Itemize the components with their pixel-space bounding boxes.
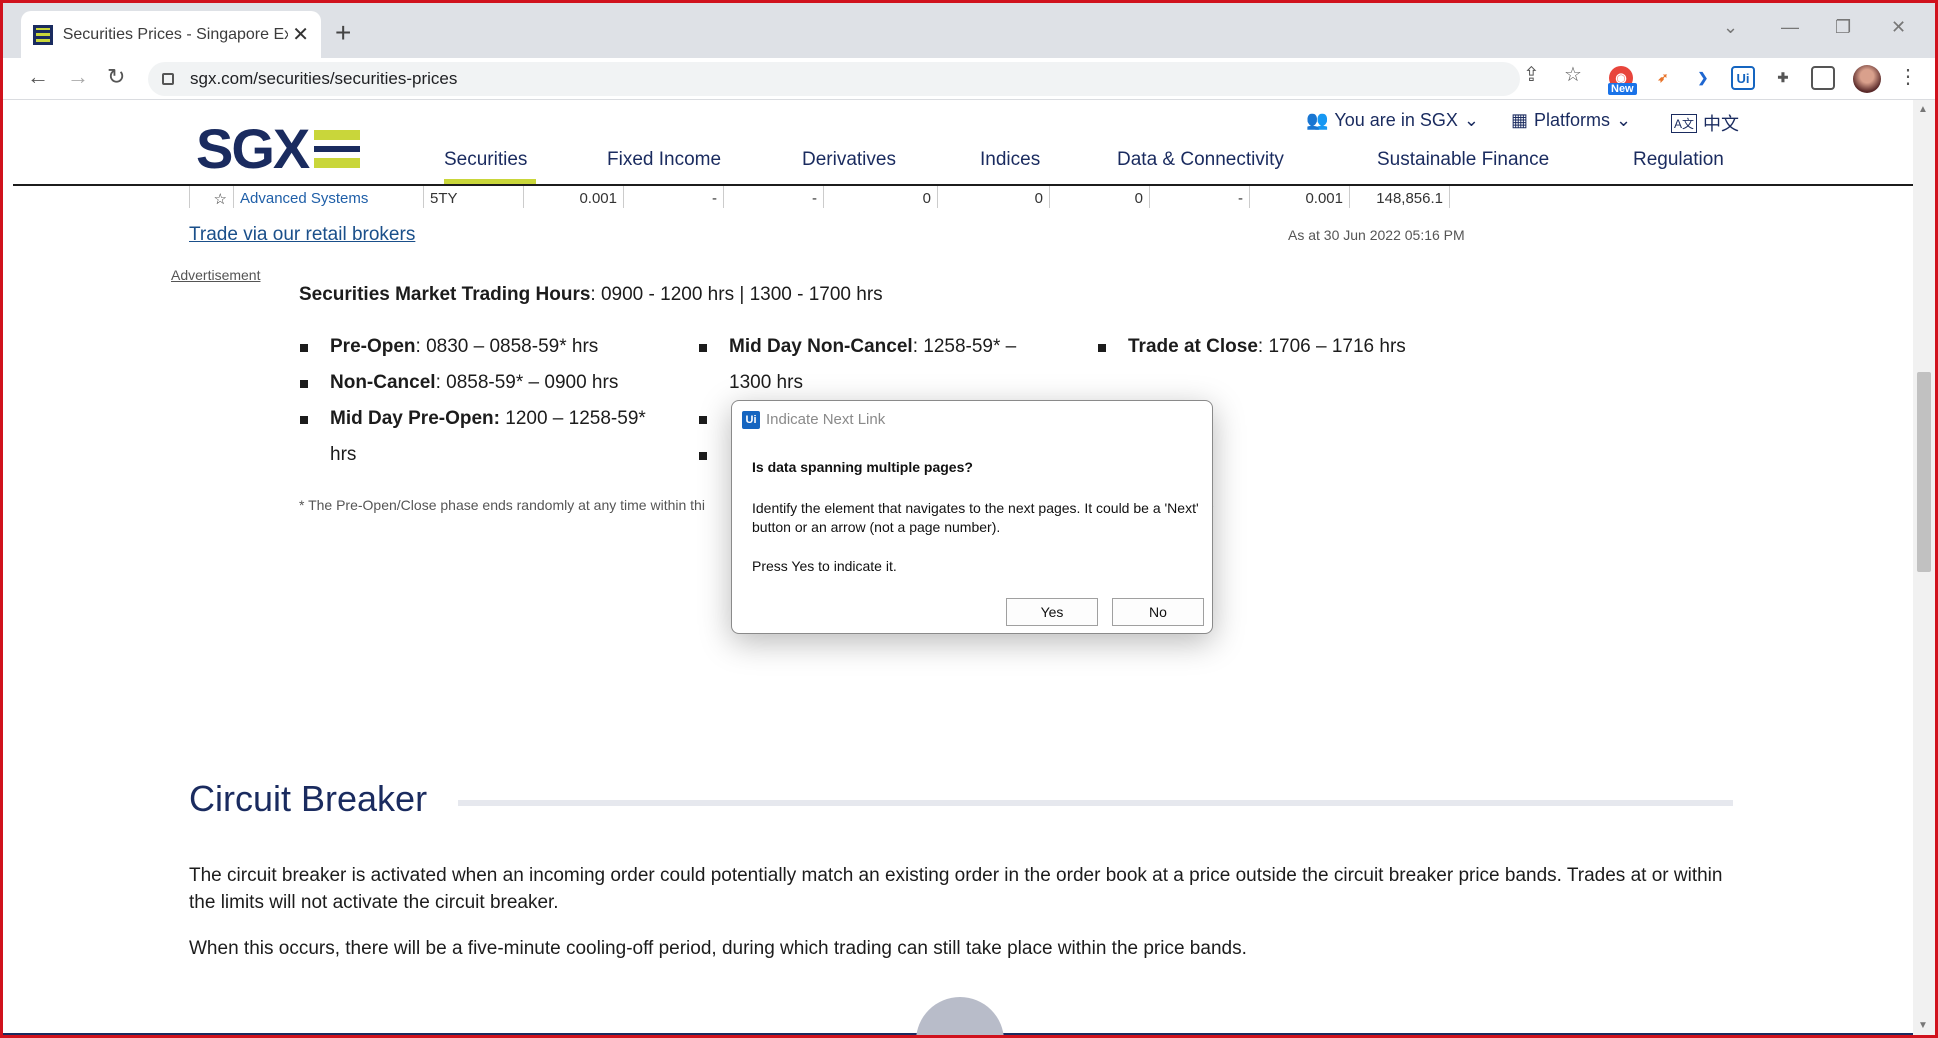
address-bar[interactable]: sgx.com/securities/securities-prices bbox=[148, 62, 1520, 96]
indicate-next-link-dialog: Ui Indicate Next Link Is data spanning m… bbox=[731, 400, 1213, 634]
dialog-body: Identify the element that navigates to t… bbox=[752, 500, 1199, 535]
advertisement-link[interactable]: Advertisement bbox=[171, 267, 260, 283]
sgx-bars-icon bbox=[314, 129, 361, 168]
grid-icon: ▦ bbox=[1511, 110, 1529, 130]
bullet-icon bbox=[699, 416, 707, 424]
scroll-thumb[interactable] bbox=[1917, 372, 1931, 572]
browser-window: Securities Prices - Singapore Exch ✕ + ⌄… bbox=[0, 0, 1938, 1038]
you-are-in-dropdown[interactable]: 👥 You are in SGX ⌄ bbox=[1306, 110, 1479, 131]
cell-value: 0 bbox=[1050, 186, 1150, 208]
nav-regulation[interactable]: Regulation bbox=[1633, 149, 1724, 171]
security-name-link[interactable]: Advanced Systems bbox=[234, 186, 424, 208]
extensions-puzzle-icon[interactable]: ✚ bbox=[1771, 66, 1795, 90]
bullet-icon bbox=[1098, 344, 1106, 352]
phase-mid-day-pre-open: Mid Day Pre-Open: 1200 – 1258-59* bbox=[330, 408, 646, 429]
close-tab-icon[interactable]: ✕ bbox=[292, 25, 309, 45]
dialog-question: Is data spanning multiple pages? bbox=[752, 459, 973, 475]
scroll-up-icon[interactable]: ▲ bbox=[1918, 104, 1928, 115]
dialog-title: Indicate Next Link bbox=[766, 411, 886, 428]
side-panel-icon[interactable] bbox=[1811, 66, 1835, 90]
browser-tab[interactable]: Securities Prices - Singapore Exch ✕ bbox=[21, 11, 321, 58]
extension-arrow-icon[interactable]: ❯ bbox=[1691, 66, 1715, 90]
bookmark-star-icon[interactable]: ☆ bbox=[1564, 62, 1582, 87]
yes-button[interactable]: Yes bbox=[1006, 598, 1098, 626]
watchlist-star-icon[interactable]: ☆ bbox=[190, 186, 234, 208]
cell-value: - bbox=[624, 186, 724, 208]
prices-table-row: ☆ Advanced Systems 5TY 0.001 - - 0 0 0 -… bbox=[189, 186, 1465, 208]
trading-hours: Securities Market Trading Hours: 0900 - … bbox=[299, 284, 883, 305]
language-icon: A文 bbox=[1671, 113, 1698, 133]
retail-brokers-link[interactable]: Trade via our retail brokers bbox=[189, 224, 415, 246]
cooling-off-paragraph: When this occurs, there will be a five-m… bbox=[189, 938, 1247, 959]
phase-non-cancel: Non-Cancel: 0858-59* – 0900 hrs bbox=[330, 372, 619, 393]
dialog-instruction: Press Yes to indicate it. bbox=[752, 558, 897, 574]
circuit-breaker-paragraph: The circuit breaker is activated when an… bbox=[189, 865, 1723, 913]
language-toggle[interactable]: A文 中文 bbox=[1671, 110, 1739, 136]
cell-value: - bbox=[1150, 186, 1250, 208]
bullet-icon bbox=[699, 344, 707, 352]
tab-title: Securities Prices - Singapore Exch bbox=[62, 25, 289, 43]
url-text: sgx.com/securities/securities-prices bbox=[190, 69, 458, 88]
as-at-timestamp: As at 30 Jun 2022 05:16 PM bbox=[1288, 227, 1465, 243]
cell-value: 148,856.1 bbox=[1350, 186, 1450, 208]
reload-icon[interactable]: ↻ bbox=[107, 66, 125, 88]
share-icon[interactable]: ⇪ bbox=[1523, 62, 1540, 87]
nav-indices[interactable]: Indices bbox=[980, 149, 1040, 171]
nav-data-connectivity[interactable]: Data & Connectivity bbox=[1117, 149, 1284, 171]
bullet-icon bbox=[300, 344, 308, 352]
no-button[interactable]: No bbox=[1112, 598, 1204, 626]
cell-value: - bbox=[724, 186, 824, 208]
page-scrollbar[interactable]: ▲ ▼ bbox=[1913, 100, 1935, 1035]
bullet-icon bbox=[300, 380, 308, 388]
lock-icon bbox=[162, 73, 174, 85]
browser-toolbar: ← → ↻ sgx.com/securities/securities-pric… bbox=[3, 58, 1935, 100]
cell-value: 0.001 bbox=[1250, 186, 1350, 208]
nav-fixed-income[interactable]: Fixed Income bbox=[607, 149, 721, 171]
phase-mid-day-non-cancel: Mid Day Non-Cancel: 1258-59* – bbox=[729, 336, 1017, 357]
phase-pre-open: Pre-Open: 0830 – 0858-59* hrs bbox=[330, 336, 599, 357]
security-code: 5TY bbox=[424, 186, 524, 208]
sgx-logo[interactable]: SGX bbox=[196, 116, 361, 181]
profile-avatar[interactable] bbox=[1853, 65, 1881, 93]
forward-icon[interactable]: → bbox=[67, 66, 89, 88]
close-window-icon[interactable]: ✕ bbox=[1891, 17, 1906, 38]
phase-mid-day-non-cancel-cont: 1300 hrs bbox=[729, 372, 803, 393]
uipath-icon: Ui bbox=[742, 411, 760, 429]
nav-sustainable-finance[interactable]: Sustainable Finance bbox=[1377, 149, 1549, 171]
restore-icon[interactable]: ❐ bbox=[1835, 17, 1851, 38]
circuit-breaker-heading: Circuit Breaker bbox=[189, 778, 428, 819]
nav-securities[interactable]: Securities bbox=[444, 149, 527, 171]
platforms-dropdown[interactable]: ▦ Platforms ⌄ bbox=[1511, 110, 1631, 131]
tab-strip: Securities Prices - Singapore Exch ✕ + ⌄… bbox=[3, 3, 1935, 58]
last-price: 0.001 bbox=[524, 186, 624, 208]
new-badge: New bbox=[1608, 83, 1637, 95]
people-icon: 👥 bbox=[1306, 110, 1329, 130]
more-menu-icon[interactable]: ⋮ bbox=[1898, 64, 1918, 89]
chevron-down-icon: ⌄ bbox=[1616, 110, 1632, 130]
cell-value: 0 bbox=[824, 186, 938, 208]
phase-footnote: * The Pre-Open/Close phase ends randomly… bbox=[299, 497, 705, 513]
extension-rocket-icon[interactable]: ➶ bbox=[1651, 66, 1675, 90]
minimize-icon[interactable]: — bbox=[1781, 17, 1799, 38]
sgx-favicon-icon bbox=[33, 24, 53, 45]
new-tab-icon[interactable]: + bbox=[335, 19, 351, 47]
phase-trade-at-close: Trade at Close: 1706 – 1716 hrs bbox=[1128, 336, 1406, 357]
bullet-icon bbox=[300, 416, 308, 424]
scroll-down-icon[interactable]: ▼ bbox=[1918, 1020, 1928, 1031]
bullet-icon bbox=[699, 452, 707, 460]
tab-search-icon[interactable]: ⌄ bbox=[1723, 17, 1738, 38]
chevron-down-icon: ⌄ bbox=[1463, 110, 1479, 130]
heading-divider bbox=[458, 800, 1733, 806]
cell-value: 0 bbox=[938, 186, 1050, 208]
chat-bubble-icon[interactable] bbox=[916, 997, 1004, 1035]
uipath-extension-icon[interactable]: Ui bbox=[1731, 66, 1755, 90]
nav-derivatives[interactable]: Derivatives bbox=[802, 149, 896, 171]
back-icon[interactable]: ← bbox=[27, 66, 49, 88]
phase-mid-day-pre-open-cont: hrs bbox=[330, 444, 357, 465]
